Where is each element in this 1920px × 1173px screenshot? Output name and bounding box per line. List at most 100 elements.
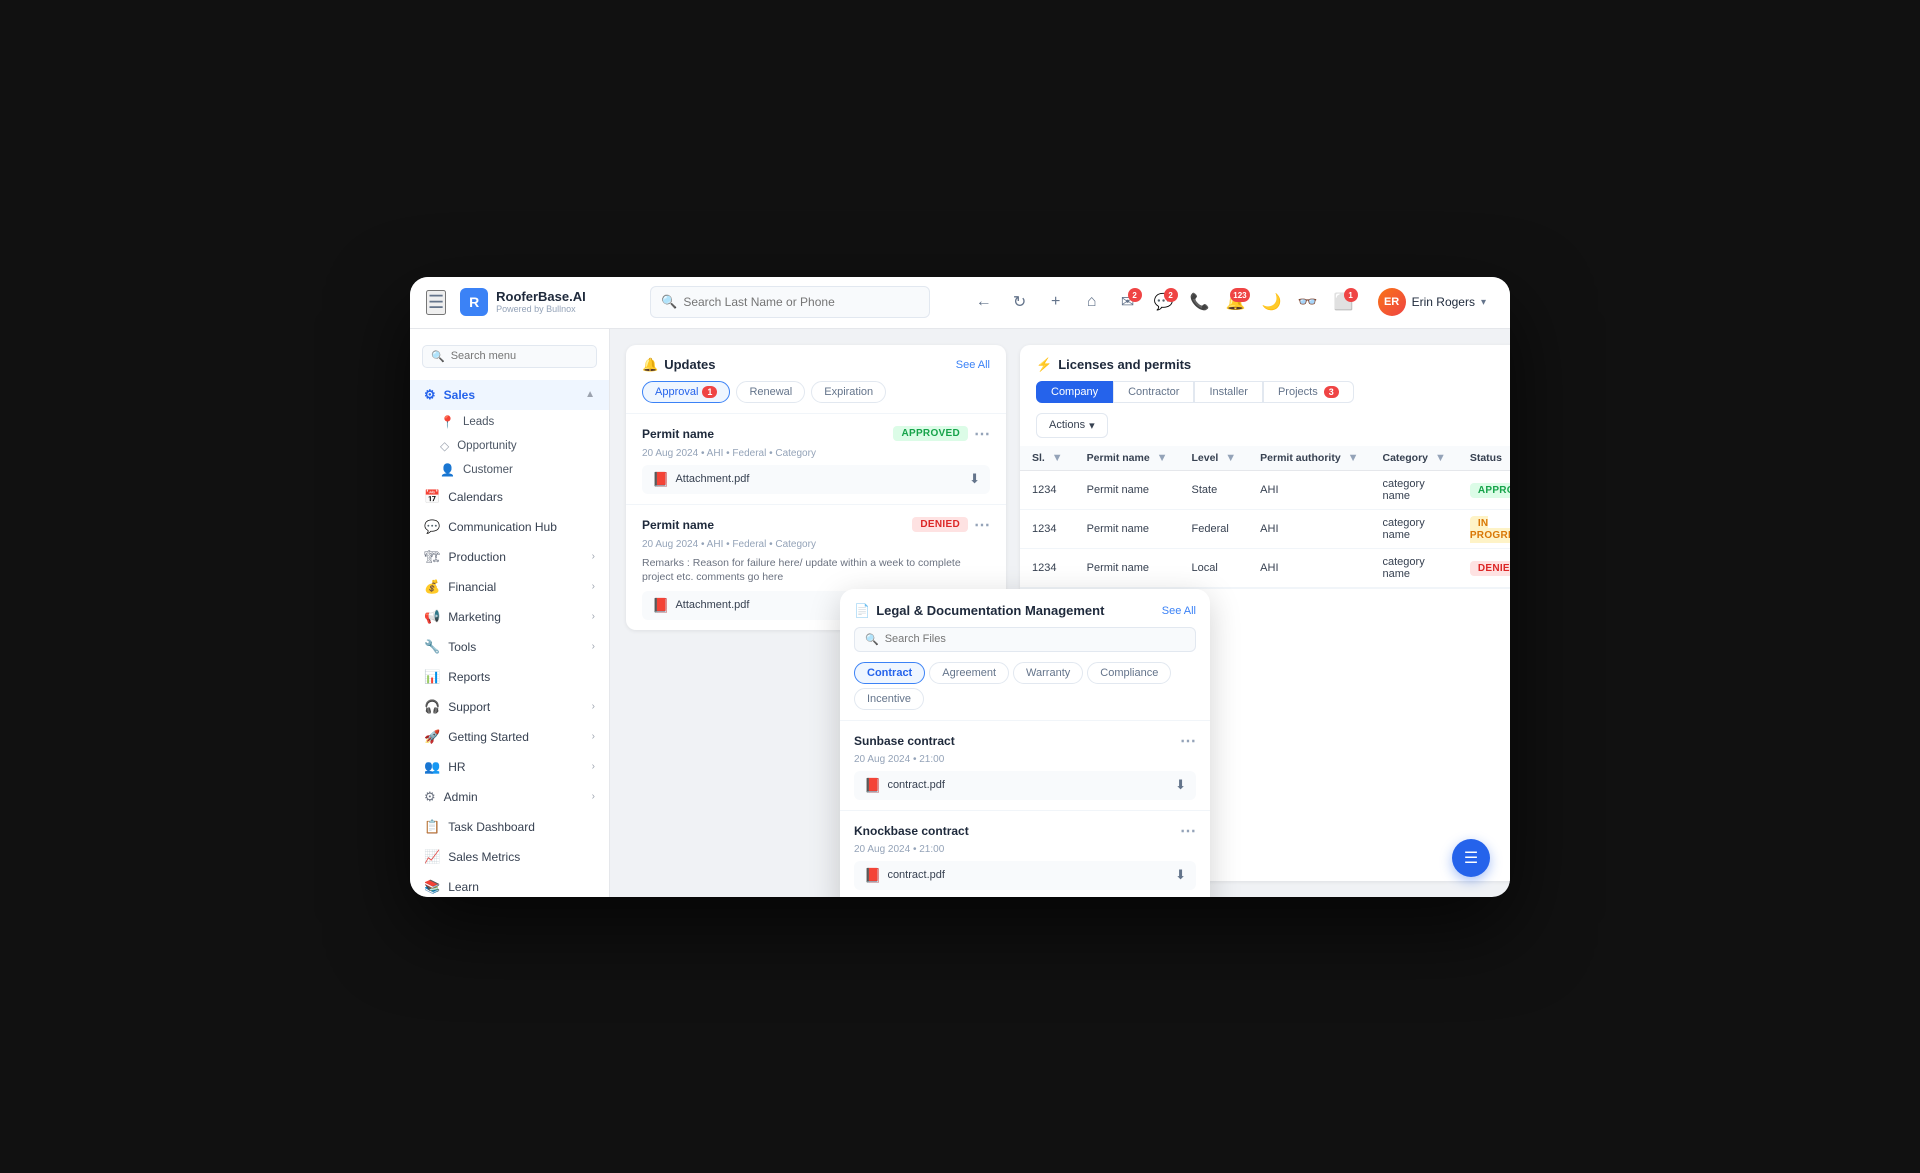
fab-button[interactable]: ☰ xyxy=(1452,839,1490,877)
sidebar-item-production[interactable]: 🏗 Production › xyxy=(410,542,609,572)
sidebar-item-label: Production xyxy=(449,550,506,564)
filter-icon[interactable]: ▼ xyxy=(1348,452,1359,464)
permit-menu-icon[interactable]: ⋯ xyxy=(974,515,990,535)
legal-search-area[interactable]: 🔍 xyxy=(854,627,1196,652)
comm-hub-icon: 💬 xyxy=(424,519,440,535)
filter-icon[interactable]: ▼ xyxy=(1225,452,1236,464)
notifications-button[interactable]: 🔔 123 xyxy=(1220,286,1252,318)
user-name: Erin Rogers xyxy=(1412,295,1475,309)
sidebar-item-financial[interactable]: 💰 Financial › xyxy=(410,572,609,602)
sidebar-item-label: Admin xyxy=(444,790,478,804)
admin-icon: ⚙ xyxy=(424,789,436,805)
cell-level: State xyxy=(1180,470,1249,509)
updates-see-all[interactable]: See All xyxy=(956,359,990,371)
back-button[interactable]: ← xyxy=(968,286,1000,318)
search-input[interactable] xyxy=(683,295,919,309)
projects-badge: 3 xyxy=(1324,386,1339,398)
sidebar-item-task-dashboard[interactable]: 📋 Task Dashboard xyxy=(410,812,609,842)
licenses-table: Sl. ▼ Permit name ▼ Level ▼ Permit autho… xyxy=(1020,446,1510,588)
legal-icon: 📄 xyxy=(854,603,870,619)
chevron-right-icon: › xyxy=(592,761,595,772)
filter-icon[interactable]: ▼ xyxy=(1157,452,1168,464)
sales-icon: ⚙ xyxy=(424,387,436,403)
add-button[interactable]: + xyxy=(1040,286,1072,318)
sidebar-item-sales[interactable]: ⚙ Sales ▲ xyxy=(410,380,609,410)
filter-icon[interactable]: ▼ xyxy=(1052,452,1063,464)
legal-search-input[interactable] xyxy=(885,633,1185,645)
tab-approval[interactable]: Approval 1 xyxy=(642,381,730,403)
tab-expiration[interactable]: Expiration xyxy=(811,381,886,403)
contract-menu-icon[interactable]: ⋯ xyxy=(1180,821,1196,841)
tab-contractor[interactable]: Contractor xyxy=(1113,381,1194,403)
hamburger-button[interactable]: ☰ xyxy=(426,290,446,315)
tab-company[interactable]: Company xyxy=(1036,381,1113,403)
chevron-right-icon: › xyxy=(592,551,595,562)
contract-meta: 20 Aug 2024 • 21:00 xyxy=(854,844,1196,855)
sidebar-item-label: Learn xyxy=(448,880,479,894)
tab-agreement[interactable]: Agreement xyxy=(929,662,1009,684)
status-badge: APPROVED xyxy=(893,426,968,441)
download-icon[interactable]: ⬇ xyxy=(1175,867,1186,883)
sidebar-item-leads[interactable]: 📍 Leads xyxy=(410,410,609,434)
legal-see-all[interactable]: See All xyxy=(1162,605,1196,617)
sidebar-search-area[interactable]: 🔍 xyxy=(410,339,609,374)
glasses-button[interactable]: 👓 xyxy=(1292,286,1324,318)
sidebar-item-hr[interactable]: 👥 HR › xyxy=(410,752,609,782)
permit-menu-icon[interactable]: ⋯ xyxy=(974,424,990,444)
sidebar-search-input[interactable] xyxy=(451,350,593,362)
tab-renewal[interactable]: Renewal xyxy=(736,381,805,403)
actions-button[interactable]: Actions ▾ xyxy=(1036,413,1108,438)
sidebar-item-reports[interactable]: 📊 Reports xyxy=(410,662,609,692)
sidebar-item-admin[interactable]: ⚙ Admin › xyxy=(410,782,609,812)
attachment-name: 📕 Attachment.pdf xyxy=(652,471,749,488)
sidebar-item-marketing[interactable]: 📢 Marketing › xyxy=(410,602,609,632)
phone-button[interactable]: 📞 xyxy=(1184,286,1216,318)
window-button[interactable]: ⬜ 1 xyxy=(1328,286,1360,318)
sidebar-item-learn[interactable]: 📚 Learn xyxy=(410,872,609,897)
sidebar-item-label: Task Dashboard xyxy=(448,820,535,834)
user-menu[interactable]: ER Erin Rogers ▾ xyxy=(1370,284,1494,320)
sidebar-item-sales-metrics[interactable]: 📈 Sales Metrics xyxy=(410,842,609,872)
sidebar-item-opportunity[interactable]: ◇ Opportunity xyxy=(410,434,609,458)
sidebar-item-calendars[interactable]: 📅 Calendars xyxy=(410,482,609,512)
tab-projects[interactable]: Projects 3 xyxy=(1263,381,1354,403)
tab-warranty[interactable]: Warranty xyxy=(1013,662,1083,684)
sidebar-item-support[interactable]: 🎧 Support › xyxy=(410,692,609,722)
tab-incentive[interactable]: Incentive xyxy=(854,688,924,710)
sidebar-search-icon: 🔍 xyxy=(431,350,445,363)
cell-status: DENIED xyxy=(1458,548,1510,587)
tab-installer[interactable]: Installer xyxy=(1194,381,1263,403)
sidebar-item-label: Sales Metrics xyxy=(448,850,520,864)
window-badge: 1 xyxy=(1344,288,1358,302)
pdf-icon: 📕 xyxy=(864,867,881,884)
moon-button[interactable]: 🌙 xyxy=(1256,286,1288,318)
cell-sl: 1234 xyxy=(1020,509,1075,548)
sidebar-sub-label: Customer xyxy=(463,464,513,476)
contract-menu-icon[interactable]: ⋯ xyxy=(1180,731,1196,751)
chevron-right-icon: › xyxy=(592,581,595,592)
download-icon[interactable]: ⬇ xyxy=(969,471,980,487)
filter-icon[interactable]: ▼ xyxy=(1435,452,1446,464)
download-icon[interactable]: ⬇ xyxy=(1175,777,1186,793)
sidebar-item-customer[interactable]: 👤 Customer xyxy=(410,458,609,482)
email-button[interactable]: ✉ 2 xyxy=(1112,286,1144,318)
tab-compliance[interactable]: Compliance xyxy=(1087,662,1171,684)
global-search-bar[interactable]: 🔍 xyxy=(650,286,930,318)
permit-meta: 20 Aug 2024 • AHI • Federal • Category xyxy=(642,539,990,550)
logo-icon: R xyxy=(460,288,488,316)
licenses-table-wrap: Sl. ▼ Permit name ▼ Level ▼ Permit autho… xyxy=(1020,446,1510,588)
refresh-button[interactable]: ↻ xyxy=(1004,286,1036,318)
updates-icon: 🔔 xyxy=(642,357,658,373)
sidebar-item-tools[interactable]: 🔧 Tools › xyxy=(410,632,609,662)
production-icon: 🏗 xyxy=(424,549,441,565)
tab-contract[interactable]: Contract xyxy=(854,662,925,684)
licenses-icon: ⚡ xyxy=(1036,357,1052,373)
permit-name: Permit name xyxy=(642,518,714,532)
app-title: RooferBase.AI xyxy=(496,290,586,304)
chat-button[interactable]: 💬 2 xyxy=(1148,286,1180,318)
home-button[interactable]: ⌂ xyxy=(1076,286,1108,318)
filter-icon[interactable]: ▼ xyxy=(1509,452,1510,464)
support-icon: 🎧 xyxy=(424,699,440,715)
sidebar-item-communication-hub[interactable]: 💬 Communication Hub xyxy=(410,512,609,542)
sidebar-item-getting-started[interactable]: 🚀 Getting Started › xyxy=(410,722,609,752)
